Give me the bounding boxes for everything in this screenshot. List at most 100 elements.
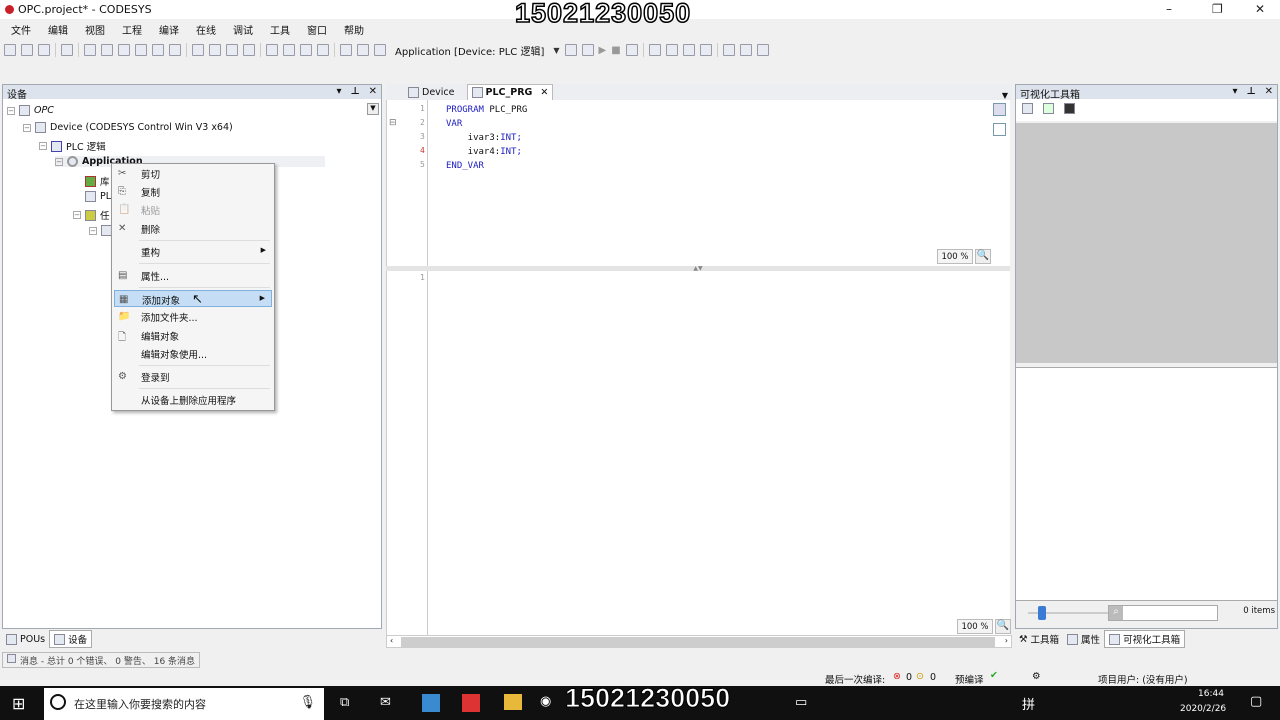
pin-icon[interactable]: ⊥ [1246,86,1255,98]
active-application-select[interactable]: Application [Device: PLC 逻辑] [391,43,548,58]
task-view-icon[interactable]: ⧉ [340,695,349,710]
edit-object-icon[interactable] [357,44,369,56]
step-out-icon[interactable] [682,44,695,56]
implementation-editor[interactable] [386,271,1010,635]
zoom-icon[interactable]: 🔍 [975,249,991,264]
toolbox-image-icon[interactable] [1064,103,1075,114]
copy-icon[interactable] [135,44,147,56]
run-icon[interactable]: ▶ [599,45,607,56]
tabular-view-icon[interactable] [993,123,1006,136]
print-icon[interactable] [61,44,73,56]
menu-item-copy[interactable]: ⎘ 复制 [114,183,272,200]
scrollbar-thumb[interactable] [401,637,995,647]
menu-item-properties[interactable]: ▤ 属性... [114,267,272,284]
app-icon[interactable] [422,694,440,712]
tree-dropdown-button[interactable]: ▼ [367,103,379,115]
camera-icon[interactable]: ▭ [795,695,807,710]
ime-icon[interactable]: 拼 [1022,694,1035,713]
write-values-icon[interactable] [722,44,735,56]
menu-item-cut[interactable]: ✂ 剪切 [114,165,272,182]
bookmark-clear-icon[interactable] [317,44,329,56]
scroll-left-icon[interactable]: ‹ [390,636,393,645]
find-all-icon[interactable] [226,44,238,56]
zoom-level-top[interactable]: 100 % [937,249,973,264]
tab-close-icon[interactable]: ✕ [540,87,548,98]
tab-toolbox[interactable]: ⚒ 工具箱 [1015,630,1063,648]
menu-item-add-folder[interactable]: 📁 添加文件夹... [114,308,272,325]
redo-icon[interactable] [101,44,113,56]
menu-file[interactable]: 文件 [0,20,31,39]
bookmark-prev-icon[interactable] [300,44,312,56]
replace-all-icon[interactable] [243,44,255,56]
bookmark-next-icon[interactable] [283,44,295,56]
menu-debug[interactable]: 调试 [222,20,253,39]
toolbox-page-icon[interactable] [1022,103,1033,114]
tab-properties[interactable]: 属性 [1063,630,1104,648]
maximize-button[interactable]: ❐ [1212,2,1223,16]
size-slider[interactable] [1028,606,1108,620]
bookmark-icon[interactable] [266,44,278,56]
delete-icon[interactable] [169,44,181,56]
tab-visualization-toolbox[interactable]: 可视化工具箱 [1104,630,1186,648]
menu-help[interactable]: 帮助 [333,20,364,39]
tree-node-plc-logic[interactable]: PLC 逻辑 [66,139,106,153]
menu-edit[interactable]: 编辑 [37,20,68,39]
undo-icon[interactable] [84,44,96,56]
stop-icon[interactable]: ■ [611,45,620,56]
tab-plc-prg[interactable]: PLC_PRG ✕ [466,84,554,100]
reset-icon[interactable] [625,44,638,56]
mail-icon[interactable]: ✉ [380,695,391,710]
menu-item-login[interactable]: ⚙ 登录到 [114,368,272,385]
tab-device[interactable]: Device [404,85,459,100]
panel-close-icon[interactable]: ✕ [1265,86,1273,98]
menu-item-edit-object-with[interactable]: 编辑对象使用... [114,345,272,362]
slider-thumb[interactable] [1038,606,1046,620]
cut-icon[interactable] [118,44,130,56]
zoom-level-bottom[interactable]: 100 % [957,619,993,634]
notifications-icon[interactable]: ▢ [1250,694,1262,709]
fold-icon[interactable]: ⊟ [389,118,397,128]
tree-node-opc[interactable]: OPC [34,105,54,116]
menu-online[interactable]: 在线 [185,20,216,39]
tree-node-device[interactable]: Device (CODESYS Control Win V3 x64) [50,122,233,133]
open-icon[interactable] [21,44,33,56]
tab-devices[interactable]: 设备 [49,630,93,648]
tabs-dropdown-icon[interactable]: ▼ [1002,91,1008,100]
clock-time[interactable]: 16:44 [1198,689,1224,699]
menu-item-paste[interactable]: 📋 粘贴 [114,201,272,218]
textual-view-icon[interactable] [993,103,1006,116]
tree-node-task-config[interactable]: 任 [100,208,110,222]
save-icon[interactable] [38,44,50,56]
tree-node-plc-prg[interactable]: PL [100,191,111,202]
menu-item-refactor[interactable]: 重构 ▶ [114,243,272,260]
menu-item-edit-object[interactable]: 🗋 编辑对象 [114,327,272,344]
taskbar-search-input[interactable]: 在这里输入你要搜索的内容 🎙 [44,688,324,720]
windows-start-icon[interactable]: ⊞ [12,694,25,713]
minimize-button[interactable]: – [1166,2,1172,16]
horizontal-scrollbar[interactable]: ‹ › [386,635,1012,648]
new-icon[interactable] [4,44,16,56]
network-icon[interactable]: ⚙ [1032,671,1041,682]
force-values-icon[interactable] [739,44,752,56]
replace-icon[interactable] [209,44,221,56]
firefox-icon[interactable]: ◉ [540,694,551,709]
zoom-icon[interactable]: 🔍 [995,619,1011,634]
unforce-icon[interactable] [756,44,769,56]
menu-project[interactable]: 工程 [111,20,142,39]
menu-tools[interactable]: 工具 [259,20,290,39]
menu-view[interactable]: 视图 [74,20,105,39]
close-button[interactable]: ✕ [1255,2,1265,16]
file-explorer-icon[interactable] [504,694,522,710]
menu-item-delete[interactable]: ✕ 删除 [114,220,272,237]
panel-dropdown-icon[interactable]: ▾ [336,86,341,98]
menu-item-remove-app[interactable]: 从设备上删除应用程序 [114,391,272,408]
tree-node-library[interactable]: 库 [100,174,110,188]
visualization-icon[interactable] [374,44,386,56]
breakpoint-icon[interactable] [699,44,712,56]
clock-date[interactable]: 2020/2/26 [1180,704,1226,714]
app-red-icon[interactable] [462,694,480,712]
paste-icon[interactable] [152,44,164,56]
messages-tab[interactable]: 消息 - 总计 0 个错误、 0 警告、 16 条消息 [2,652,201,668]
add-object-icon[interactable] [340,44,352,56]
pin-icon[interactable]: ⊥ [350,86,359,98]
